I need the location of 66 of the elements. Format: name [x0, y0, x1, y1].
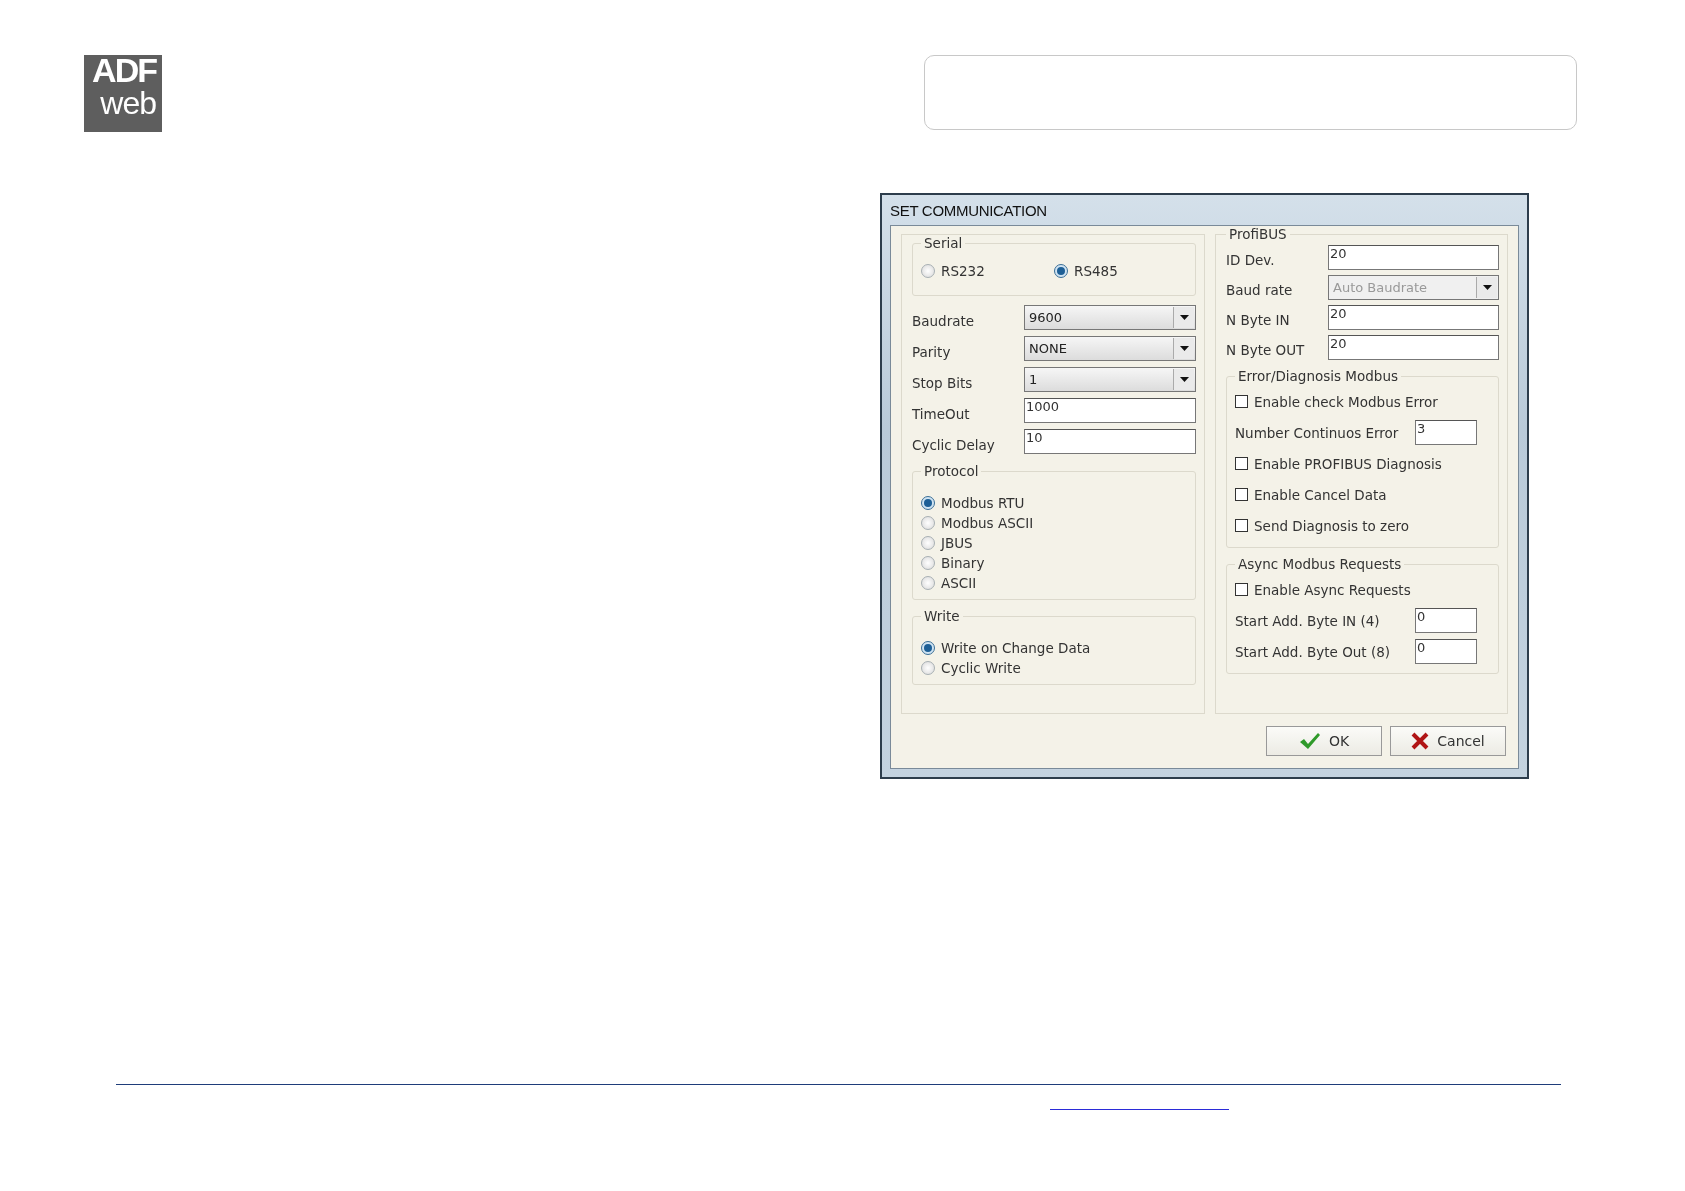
field-label: Start Add. Byte Out (8) — [1235, 643, 1392, 660]
checkbox-option[interactable]: Send Diagnosis to zero — [1235, 510, 1409, 541]
input-field[interactable]: 0 — [1415, 608, 1477, 633]
input-field[interactable]: 10 — [1024, 429, 1196, 454]
radio-button[interactable] — [921, 536, 935, 550]
input-field[interactable]: 20 — [1328, 304, 1499, 330]
window-title: SET COMMUNICATION — [890, 200, 1047, 221]
input-field[interactable]: 0 — [1415, 639, 1477, 664]
radio-button[interactable] — [921, 556, 935, 570]
input-field[interactable]: 1000 — [1024, 398, 1196, 423]
field-label: Baudrate — [912, 312, 976, 329]
dropdown[interactable]: 9600 — [1024, 305, 1196, 330]
field-label: N Byte OUT — [1226, 342, 1306, 358]
dropdown[interactable]: 1 — [1024, 367, 1196, 392]
radio-option[interactable]: RS485 — [1054, 261, 1118, 281]
caret-icon — [1179, 377, 1189, 382]
radio-button[interactable] — [921, 641, 935, 655]
radio-option[interactable]: RS232 — [921, 261, 985, 281]
field-label: TimeOut — [912, 405, 971, 422]
checkbox-option[interactable]: Enable check Modbus Error — [1235, 386, 1438, 417]
checkbox-option[interactable]: Enable Cancel Data — [1235, 479, 1387, 510]
radio-option[interactable]: Cyclic Write — [921, 658, 1021, 678]
close-icon — [1411, 732, 1430, 750]
radio-button[interactable] — [921, 496, 935, 510]
radio-button[interactable] — [921, 516, 935, 530]
group-title: Write — [923, 608, 961, 624]
radio-button[interactable] — [921, 264, 935, 278]
dropdown-button[interactable] — [1173, 307, 1194, 328]
caret-icon — [1482, 284, 1492, 290]
radio-option[interactable]: Modbus RTU — [921, 493, 1025, 513]
input-field[interactable]: 20 — [1328, 244, 1499, 270]
group-title: Protocol — [923, 463, 980, 479]
dropdown-button[interactable] — [1173, 369, 1194, 390]
logo-text: web — [100, 87, 156, 119]
group-title: Async Modbus Requests — [1237, 556, 1403, 572]
field-label: Parity — [912, 343, 952, 360]
radio-option[interactable]: ASCII — [921, 573, 977, 593]
field-label: Start Add. Byte IN (4) — [1235, 612, 1381, 629]
field-label: Stop Bits — [912, 374, 974, 391]
cancel-button[interactable]: Cancel — [1390, 726, 1506, 756]
checkmark-icon — [1298, 732, 1321, 750]
field-label: Baud rate — [1226, 282, 1294, 298]
group-title: Error/Diagnosis Modbus — [1237, 368, 1399, 384]
caret-icon — [1179, 346, 1189, 351]
field-label: Number Continuos Error — [1235, 424, 1400, 441]
field-label: ID Dev. — [1226, 252, 1276, 268]
dropdown[interactable]: NONE — [1024, 336, 1196, 361]
dropdown-button[interactable] — [1173, 338, 1194, 359]
radio-button[interactable] — [921, 661, 935, 675]
input-field[interactable]: 20 — [1328, 334, 1499, 360]
field-label: N Byte IN — [1226, 312, 1291, 328]
checkbox-option[interactable]: Enable PROFIBUS Diagnosis — [1235, 448, 1442, 479]
radio-button[interactable] — [1054, 264, 1068, 278]
caret-icon — [1179, 315, 1189, 320]
field-label: Cyclic Delay — [912, 436, 996, 453]
group-title: Serial — [923, 235, 964, 251]
radio-option[interactable]: Write on Change Data — [921, 638, 1091, 658]
radio-option[interactable]: Binary — [921, 553, 985, 573]
checkbox-option[interactable]: Enable Async Requests — [1235, 574, 1411, 605]
group-title: ProfiBUS — [1226, 226, 1290, 242]
logo-text: ADF — [92, 53, 156, 87]
radio-option[interactable]: JBUS — [921, 533, 973, 553]
radio-option[interactable]: Modbus ASCII — [921, 513, 1034, 533]
input-field[interactable]: 3 — [1415, 420, 1477, 445]
ok-button[interactable]: OK — [1266, 726, 1382, 756]
radio-button[interactable] — [921, 576, 935, 590]
